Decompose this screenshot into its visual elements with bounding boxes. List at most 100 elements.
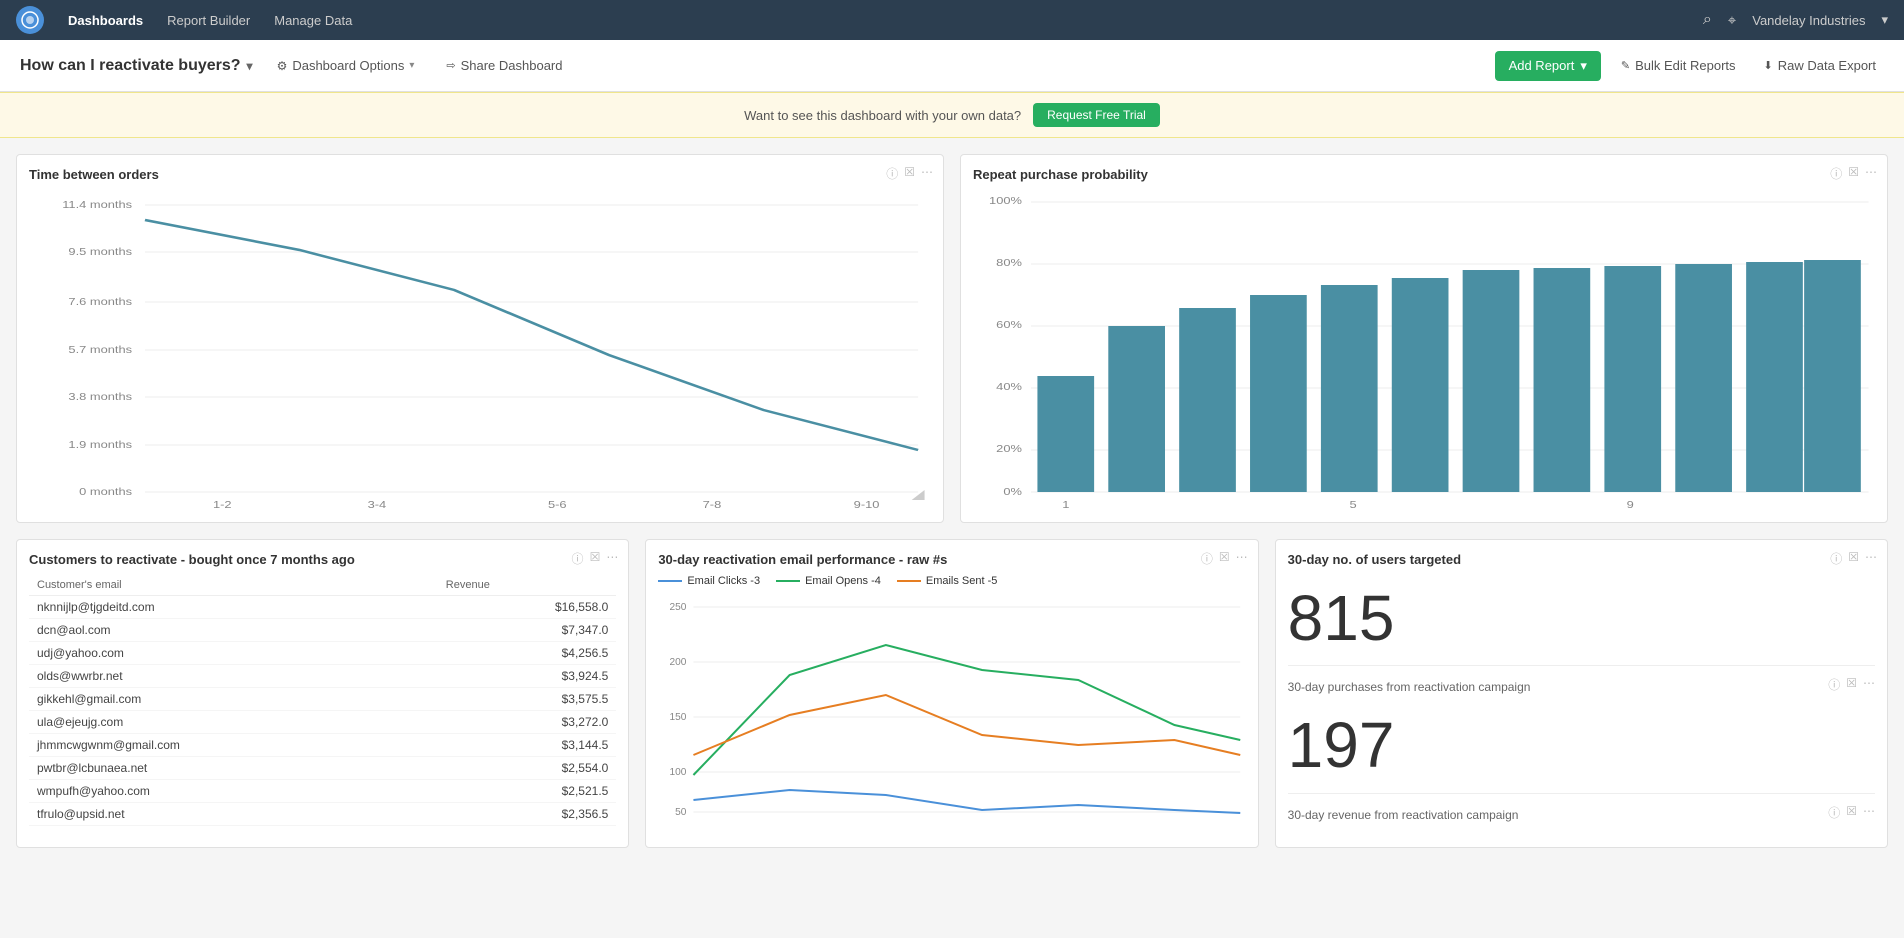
options-chevron: ▾: [409, 60, 414, 71]
customers-panel: Customers to reactivate - bought once 7 …: [16, 539, 629, 848]
svg-text:100%: 100%: [989, 196, 1022, 206]
svg-text:40%: 40%: [996, 382, 1022, 392]
svg-text:200: 200: [670, 657, 687, 668]
revenue-col-header[interactable]: Revenue: [438, 575, 617, 596]
svg-text:0%: 0%: [1003, 487, 1022, 497]
nav-left: Dashboards Report Builder Manage Data: [16, 6, 352, 34]
time-between-orders-card: Time between orders ⓘ ☒ ⋯ 11.4 months 9.…: [16, 154, 944, 523]
add-report-chevron: ▾: [1580, 58, 1587, 74]
settings-icon-revenue[interactable]: ☒: [1846, 804, 1857, 821]
bulk-edit-button[interactable]: ✎ Bulk Edit Reports: [1613, 54, 1744, 77]
svg-text:9: 9: [1627, 500, 1634, 510]
card-icons-email: ⓘ ☒ ⋯: [1201, 550, 1248, 567]
card-icons-purchases: ⓘ ☒ ⋯: [1828, 676, 1875, 693]
search-icon[interactable]: ⌕: [1703, 11, 1712, 29]
settings-icon-repeat[interactable]: ☒: [1848, 165, 1859, 182]
more-icon-purchases[interactable]: ⋯: [1863, 676, 1875, 693]
legend-clicks-label: Email Clicks -3: [687, 575, 760, 587]
card-icons-repeat: ⓘ ☒ ⋯: [1830, 165, 1877, 182]
repeat-purchase-chart: 100% 80% 60% 40% 20% 0%: [973, 190, 1875, 510]
svg-text:50: 50: [675, 807, 687, 818]
info-icon-cust[interactable]: ⓘ: [572, 550, 584, 567]
purchases-number: 197: [1288, 710, 1875, 780]
email-perf-title: 30-day reactivation email performance - …: [658, 552, 1245, 567]
customer-revenue-cell: $3,575.5: [438, 688, 617, 711]
info-icon-repeat[interactable]: ⓘ: [1830, 165, 1842, 182]
revenue-header: 30-day revenue from reactivation campaig…: [1288, 804, 1875, 822]
table-row: pwtbr@lcbunaea.net$2,554.0: [29, 757, 616, 780]
table-row: udj@yahoo.com$4,256.5: [29, 642, 616, 665]
svg-text:20%: 20%: [996, 444, 1022, 454]
info-icon-time[interactable]: ⓘ: [886, 165, 898, 182]
settings-icon-users[interactable]: ☒: [1848, 550, 1859, 567]
dashboard-options-btn[interactable]: ⚙ Dashboard Options ▾: [269, 54, 423, 77]
edit-icon: ✎: [1621, 59, 1630, 72]
users-targeted-title: 30-day no. of users targeted: [1288, 552, 1875, 567]
share-dashboard-btn[interactable]: ⇨ Share Dashboard: [438, 54, 570, 77]
customer-revenue-cell: $16,558.0: [438, 596, 617, 619]
customer-email-cell: udj@yahoo.com: [29, 642, 438, 665]
svg-text:7.6 months: 7.6 months: [68, 297, 132, 307]
email-chart-legend: Email Clicks -3 Email Opens -4 Emails Se…: [658, 575, 1245, 587]
table-row: tfrulo@upsid.net$2,356.5: [29, 803, 616, 826]
users-targeted-number: 815: [1288, 583, 1875, 653]
table-row: olds@wwrbr.net$3,924.5: [29, 665, 616, 688]
time-between-orders-title: Time between orders: [29, 167, 931, 182]
more-icon-email[interactable]: ⋯: [1236, 550, 1248, 567]
svg-text:9.5 months: 9.5 months: [68, 247, 132, 257]
raw-data-button[interactable]: ⬇ Raw Data Export: [1756, 54, 1884, 77]
org-chevron[interactable]: ▾: [1881, 12, 1888, 28]
nav-right: ⌕ ⌖ Vandelay Industries ▾: [1703, 11, 1888, 29]
bulk-edit-label: Bulk Edit Reports: [1635, 58, 1735, 73]
customer-email-cell: olds@wwrbr.net: [29, 665, 438, 688]
card-icons-customers: ⓘ ☒ ⋯: [572, 550, 619, 567]
more-icon-cust[interactable]: ⋯: [606, 550, 618, 567]
nav-report-builder[interactable]: Report Builder: [167, 13, 250, 28]
info-icon-revenue[interactable]: ⓘ: [1828, 804, 1840, 821]
table-row: dcn@aol.com$7,347.0: [29, 619, 616, 642]
dashboard-title[interactable]: How can I reactivate buyers? ▾: [20, 57, 253, 75]
users-targeted-panel: 30-day no. of users targeted ⓘ ☒ ⋯ 815 3…: [1275, 539, 1888, 848]
globe-icon[interactable]: ⌖: [1728, 12, 1736, 29]
customer-revenue-cell: $3,144.5: [438, 734, 617, 757]
org-name[interactable]: Vandelay Industries: [1752, 13, 1865, 28]
svg-text:80%: 80%: [996, 258, 1022, 268]
more-icon-revenue[interactable]: ⋯: [1863, 804, 1875, 821]
revenue-section: 30-day revenue from reactivation campaig…: [1288, 793, 1875, 822]
nav-dashboards[interactable]: Dashboards: [68, 13, 143, 28]
legend-opens-label: Email Opens -4: [805, 575, 881, 587]
more-icon-users[interactable]: ⋯: [1865, 550, 1877, 567]
customers-table: Customer's email Revenue nknnijlp@tjgdei…: [29, 575, 616, 826]
more-icon-repeat[interactable]: ⋯: [1865, 165, 1877, 182]
add-report-label: Add Report: [1509, 58, 1575, 73]
settings-icon-email[interactable]: ☒: [1219, 550, 1230, 567]
card-icons-time: ⓘ ☒ ⋯: [886, 165, 933, 182]
svg-text:1-2: 1-2: [213, 500, 232, 510]
svg-text:5.7 months: 5.7 months: [68, 345, 132, 355]
email-col-header[interactable]: Customer's email: [29, 575, 438, 596]
app-logo: [16, 6, 44, 34]
revenue-label: 30-day revenue from reactivation campaig…: [1288, 808, 1519, 822]
info-icon-users[interactable]: ⓘ: [1830, 550, 1842, 567]
opens-line-indicator: [776, 580, 800, 582]
customer-revenue-cell: $3,272.0: [438, 711, 617, 734]
request-trial-button[interactable]: Request Free Trial: [1033, 103, 1160, 127]
top-charts-row: Time between orders ⓘ ☒ ⋯ 11.4 months 9.…: [16, 154, 1888, 523]
nav-manage-data[interactable]: Manage Data: [274, 13, 352, 28]
add-report-button[interactable]: Add Report ▾: [1495, 51, 1601, 81]
customer-email-cell: tfrulo@upsid.net: [29, 803, 438, 826]
settings-icon-cust[interactable]: ☒: [590, 550, 601, 567]
settings-icon-purchases[interactable]: ☒: [1846, 676, 1857, 693]
info-icon-email[interactable]: ⓘ: [1201, 550, 1213, 567]
email-perf-chart-area: 250 200 150 100 50: [658, 595, 1245, 835]
banner-text: Want to see this dashboard with your own…: [744, 108, 1021, 123]
svg-text:150: 150: [670, 712, 687, 723]
svg-text:60%: 60%: [996, 320, 1022, 330]
info-icon-purchases[interactable]: ⓘ: [1828, 676, 1840, 693]
dashboard-content: Time between orders ⓘ ☒ ⋯ 11.4 months 9.…: [0, 138, 1904, 864]
more-icon-time[interactable]: ⋯: [921, 165, 933, 182]
customer-email-cell: dcn@aol.com: [29, 619, 438, 642]
settings-icon-time[interactable]: ☒: [904, 165, 915, 182]
repeat-purchase-card: Repeat purchase probability ⓘ ☒ ⋯ 100% 8…: [960, 154, 1888, 523]
svg-text:11.4 months: 11.4 months: [62, 200, 132, 210]
